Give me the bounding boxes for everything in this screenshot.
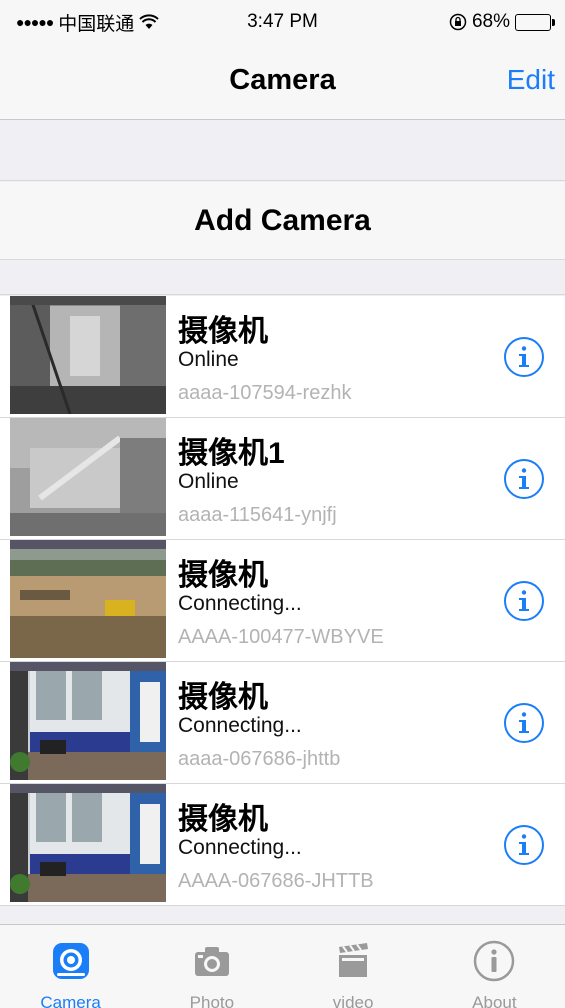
camera-thumbnail bbox=[10, 784, 166, 902]
camera-uid: AAAA-100477-WBYVE bbox=[178, 626, 384, 648]
tab-video[interactable]: video bbox=[283, 925, 424, 1008]
signal-strength-icon: ●●●●● bbox=[16, 14, 54, 30]
tab-camera[interactable]: Camera bbox=[0, 925, 141, 1008]
photo-camera-icon bbox=[190, 939, 234, 983]
camera-thumbnail bbox=[10, 418, 166, 536]
tab-bar: Camera Photo video About bbox=[0, 924, 565, 1008]
info-icon[interactable] bbox=[503, 824, 545, 866]
camera-row[interactable]: 摄像机 Connecting... aaaa-067686-jhttb bbox=[0, 662, 565, 784]
section-spacer bbox=[0, 261, 565, 295]
page-title: Camera bbox=[229, 64, 336, 96]
camera-status: Online bbox=[178, 470, 239, 493]
camera-status: Connecting... bbox=[178, 836, 302, 859]
camera-list: 摄像机 Online aaaa-107594-rezhk 摄像机1 Online… bbox=[0, 296, 565, 906]
tab-label: Camera bbox=[40, 993, 101, 1008]
camera-name: 摄像机 bbox=[178, 315, 268, 348]
camera-thumbnail bbox=[10, 296, 166, 414]
camera-status: Connecting... bbox=[178, 592, 302, 615]
section-spacer bbox=[0, 121, 565, 181]
camera-name: 摄像机 bbox=[178, 681, 268, 714]
tab-photo[interactable]: Photo bbox=[141, 925, 282, 1008]
tab-about[interactable]: About bbox=[424, 925, 565, 1008]
status-bar: ●●●●● 中国联通 3:47 PM 68% bbox=[0, 0, 565, 44]
add-camera-button[interactable]: Add Camera bbox=[0, 182, 565, 260]
list-footer-spacer bbox=[0, 906, 565, 924]
camera-status: Connecting... bbox=[178, 714, 302, 737]
info-icon bbox=[472, 939, 516, 983]
camera-uid: AAAA-067686-JHTTB bbox=[178, 870, 374, 892]
tab-label: Photo bbox=[189, 993, 235, 1008]
camera-row[interactable]: 摄像机1 Online aaaa-115641-ynjfj bbox=[0, 418, 565, 540]
tab-label: About bbox=[472, 993, 517, 1008]
camera-uid: aaaa-115641-ynjfj bbox=[178, 504, 337, 526]
camera-name: 摄像机 bbox=[178, 803, 268, 836]
info-icon[interactable] bbox=[503, 336, 545, 378]
camera-lens-icon bbox=[49, 939, 93, 983]
battery-percent: 68% bbox=[471, 11, 510, 32]
camera-name: 摄像机 bbox=[178, 559, 268, 592]
camera-uid: aaaa-107594-rezhk bbox=[178, 382, 352, 404]
clapperboard-icon bbox=[331, 939, 375, 983]
carrier-label: 中国联通 bbox=[58, 13, 135, 35]
navigation-bar: Camera Edit bbox=[0, 44, 565, 120]
camera-thumbnail bbox=[10, 662, 166, 780]
tab-label: video bbox=[332, 993, 374, 1008]
info-icon[interactable] bbox=[503, 580, 545, 622]
info-icon[interactable] bbox=[503, 702, 545, 744]
camera-uid: aaaa-067686-jhttb bbox=[178, 748, 341, 770]
camera-row[interactable]: 摄像机 Online aaaa-107594-rezhk bbox=[0, 296, 565, 418]
camera-name: 摄像机1 bbox=[178, 437, 285, 470]
camera-thumbnail bbox=[10, 540, 166, 658]
camera-status: Online bbox=[178, 348, 239, 371]
edit-button[interactable]: Edit bbox=[507, 64, 555, 96]
orientation-lock-icon bbox=[449, 13, 467, 31]
wifi-icon bbox=[139, 14, 159, 29]
camera-row[interactable]: 摄像机 Connecting... AAAA-067686-JHTTB bbox=[0, 784, 565, 906]
battery-icon bbox=[515, 13, 555, 31]
info-icon[interactable] bbox=[503, 458, 545, 500]
camera-row[interactable]: 摄像机 Connecting... AAAA-100477-WBYVE bbox=[0, 540, 565, 662]
